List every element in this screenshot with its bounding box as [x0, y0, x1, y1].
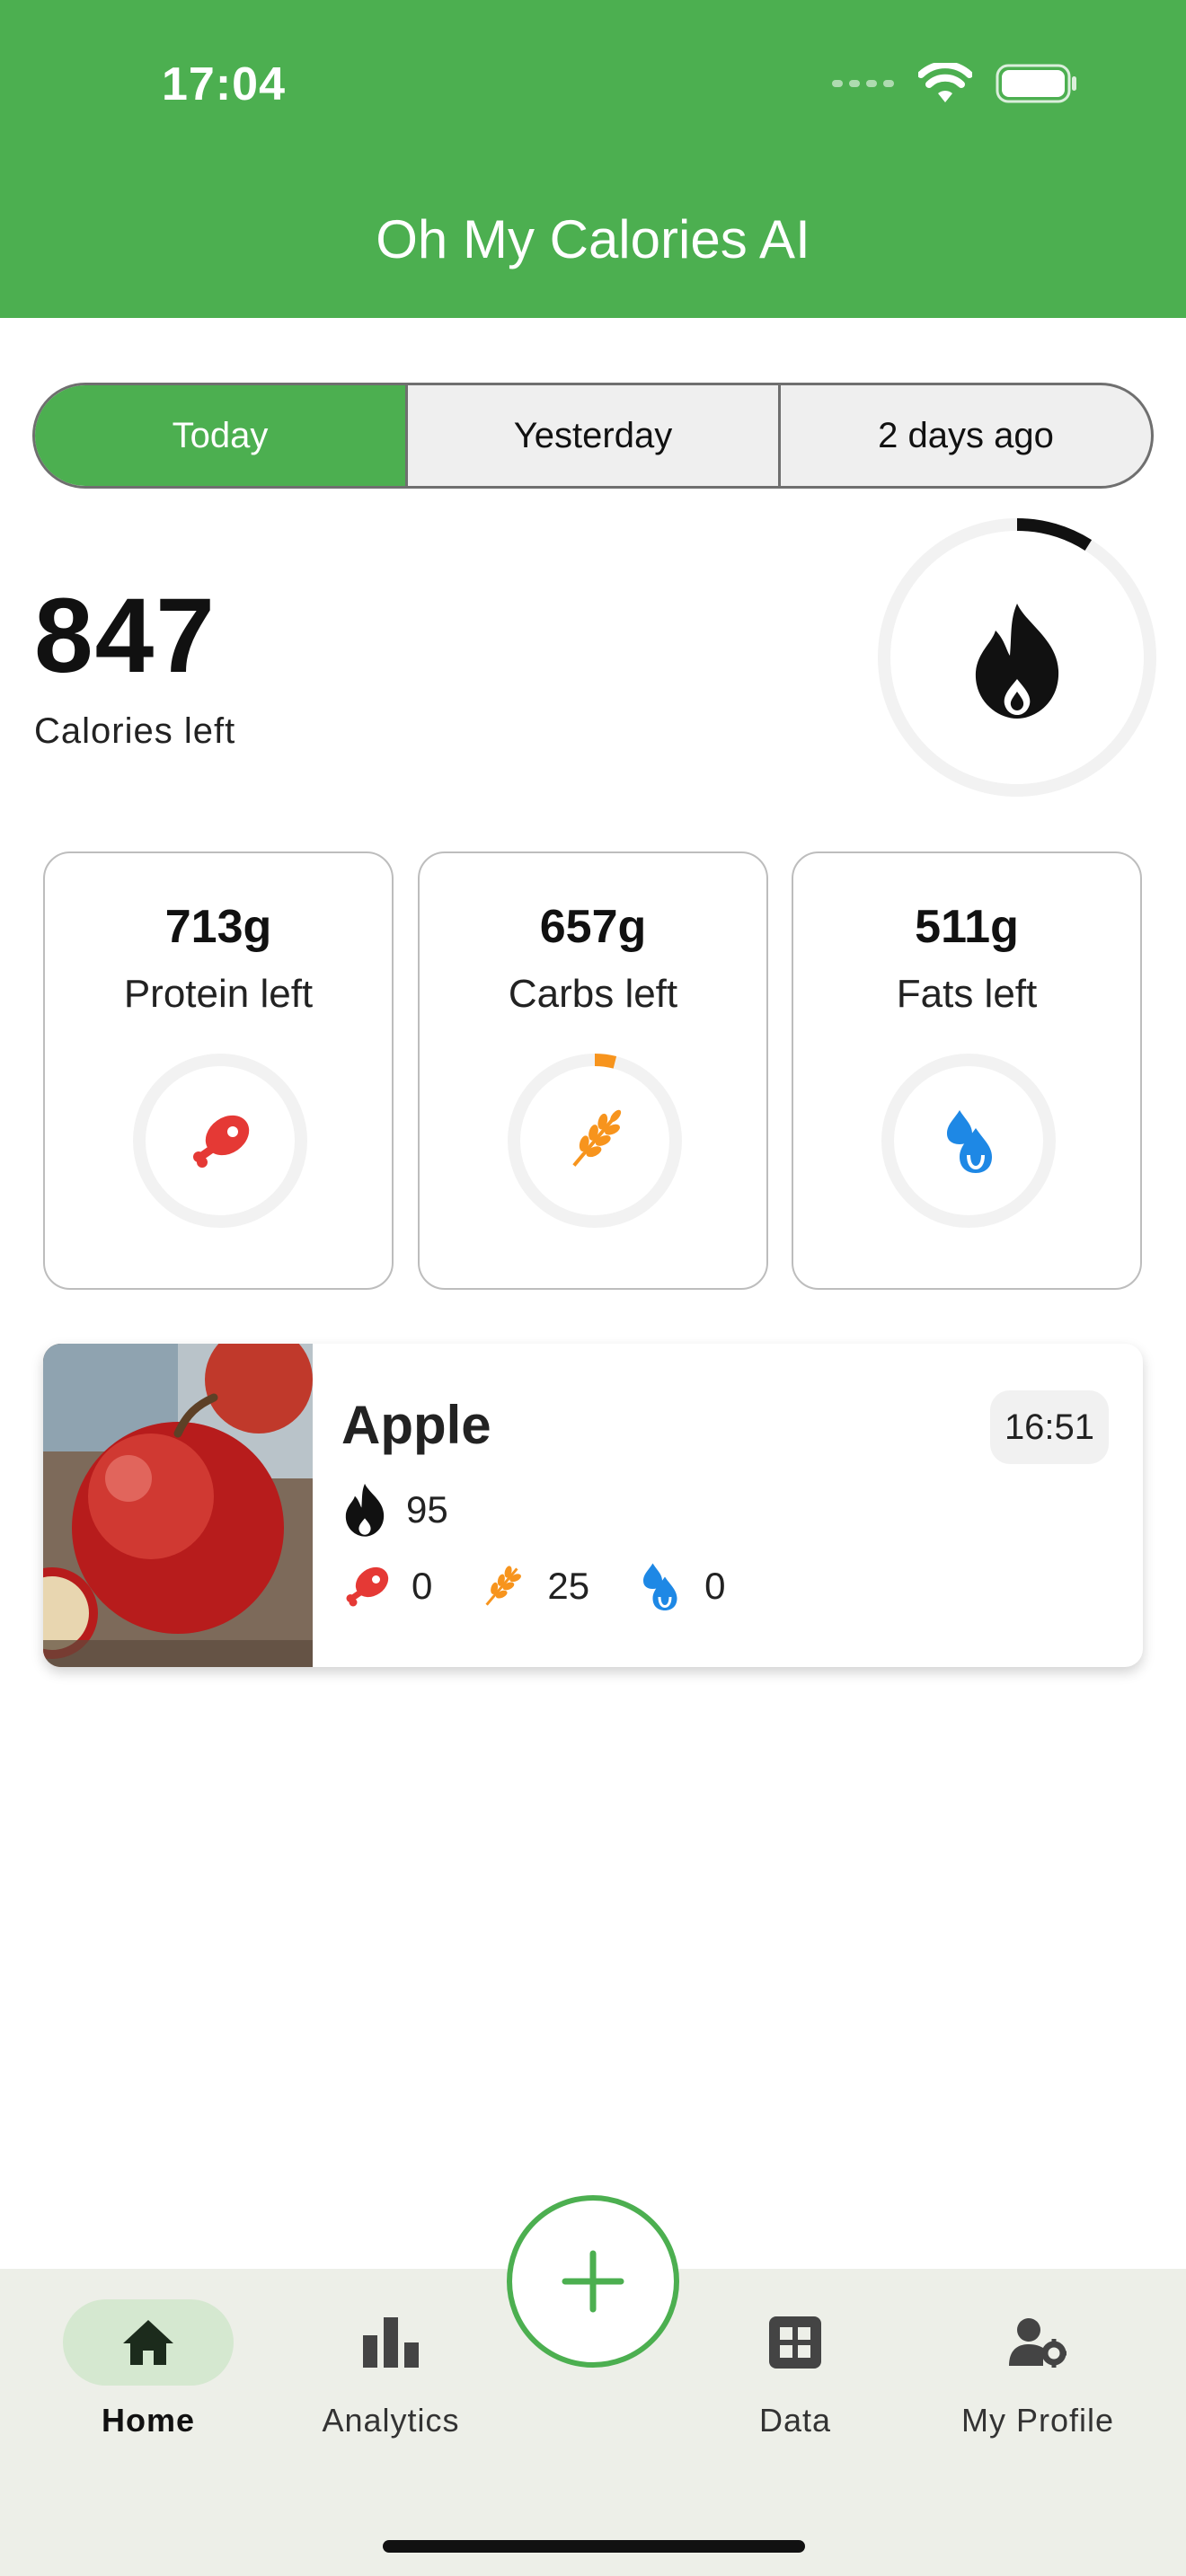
tab-today[interactable]: Today: [35, 385, 408, 486]
protein-value: 713g: [164, 901, 272, 953]
fats-value: 511g: [915, 901, 1019, 953]
nav-my-profile[interactable]: My Profile: [925, 2299, 1150, 2439]
food-macros-row: 0 25 0: [340, 1559, 768, 1613]
nav-analytics[interactable]: Analytics: [279, 2299, 503, 2439]
protein-card: 713g Protein left: [43, 851, 394, 1290]
nav-data-label: Data: [758, 2402, 832, 2439]
battery-icon: [996, 64, 1076, 103]
food-carbs-value: 25: [547, 1565, 590, 1607]
nav-data[interactable]: Data: [683, 2299, 907, 2439]
day-selector: Today Yesterday 2 days ago: [32, 383, 1154, 489]
nav-home[interactable]: Home: [36, 2299, 261, 2439]
app-title: Oh My Calories AI: [376, 209, 810, 269]
nav-home-label: Home: [101, 2402, 196, 2439]
wifi-icon: [918, 63, 972, 102]
wheat-icon: [485, 1566, 522, 1606]
tab-yesterday[interactable]: Yesterday: [408, 385, 781, 486]
meat-icon: [193, 1115, 250, 1168]
fats-label: Fats left: [896, 972, 1038, 1016]
profile-settings-icon: [1009, 2318, 1067, 2368]
food-time-badge: 16:51: [990, 1390, 1109, 1464]
home-icon: [123, 2320, 173, 2365]
protein-progress-ring: [130, 1051, 310, 1231]
home-indicator: [383, 2540, 805, 2553]
status-icons: [832, 63, 1078, 104]
meat-icon: [346, 1566, 389, 1607]
food-photo: [43, 1344, 313, 1667]
food-protein-value: 0: [412, 1565, 433, 1607]
calories-left-label: Calories left: [34, 711, 236, 751]
protein-label: Protein left: [123, 972, 314, 1016]
carbs-progress-ring: [505, 1051, 685, 1231]
food-calories-value: 95: [406, 1488, 448, 1531]
cellular-signal-icon: [832, 80, 894, 87]
nav-my-profile-label: My Profile: [960, 2402, 1115, 2439]
fats-card: 511g Fats left: [792, 851, 1142, 1290]
carbs-label: Carbs left: [508, 972, 678, 1016]
carbs-value: 657g: [539, 901, 647, 953]
calories-progress-ring: [872, 512, 1163, 803]
drops-icon: [643, 1563, 677, 1610]
app-header: 17:04 Oh My Calories AI: [0, 0, 1186, 318]
calories-left-value: 847: [34, 577, 217, 695]
flame-icon: [975, 604, 1059, 719]
plus-icon: [562, 2250, 624, 2313]
add-food-button[interactable]: [507, 2195, 679, 2368]
food-entry-card[interactable]: Apple 16:51 95 0 25 0: [43, 1344, 1143, 1667]
bar-chart-icon: [363, 2317, 419, 2368]
food-fats-value: 0: [704, 1565, 726, 1607]
tab-2-days-ago[interactable]: 2 days ago: [781, 385, 1151, 486]
food-name: Apple: [341, 1395, 491, 1455]
status-time: 17:04: [162, 58, 286, 110]
flame-icon: [345, 1483, 385, 1537]
carbs-card: 657g Carbs left: [418, 851, 768, 1290]
drops-icon: [947, 1110, 992, 1173]
fats-progress-ring: [879, 1051, 1058, 1231]
grid-icon: [769, 2316, 821, 2369]
food-calories-row: 95: [341, 1482, 491, 1538]
nav-analytics-label: Analytics: [322, 2402, 460, 2439]
wheat-icon: [572, 1109, 622, 1167]
